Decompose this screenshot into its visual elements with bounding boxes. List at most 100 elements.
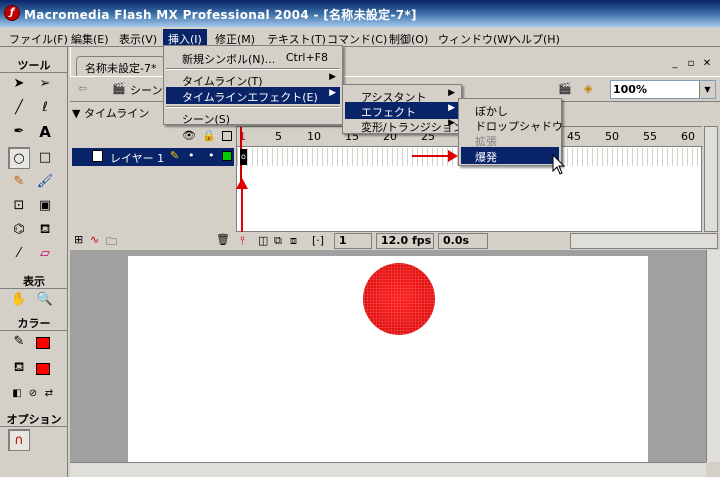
layer-name[interactable]: レイヤー 1 bbox=[110, 150, 164, 166]
zoom-select[interactable]: 100% ▼ bbox=[610, 80, 716, 99]
menu-control[interactable]: 制御(O) bbox=[384, 29, 433, 46]
timeline-hscroll[interactable] bbox=[570, 233, 718, 249]
edit-scene-icon[interactable]: 🎬 bbox=[558, 82, 572, 95]
center-frame-icon[interactable]: ⫯ bbox=[240, 234, 245, 248]
eye-icon[interactable]: 👁 bbox=[182, 129, 196, 142]
onion-outlines-icon[interactable]: ⧉ bbox=[274, 234, 282, 248]
menu-timeline-effects[interactable]: タイムラインエフェクト(E) ▶ bbox=[166, 87, 340, 104]
stroke-color-icon: ✎ bbox=[13, 334, 25, 349]
hand-tool-icon[interactable]: ✋ bbox=[8, 289, 30, 311]
menu-modify[interactable]: 修正(M) bbox=[210, 29, 260, 46]
trash-icon[interactable]: 🗑 bbox=[216, 233, 230, 246]
oval-tool-icon[interactable]: ○ bbox=[8, 147, 30, 169]
menu-bar: ファイル(F) 編集(E) 表示(V) 挿入(I) 修正(M) テキスト(T) … bbox=[0, 27, 720, 47]
layer-icon bbox=[92, 150, 103, 162]
menu-help[interactable]: ヘルプ(H) bbox=[505, 29, 565, 46]
menu-expand[interactable]: 拡張 bbox=[461, 131, 559, 148]
document-tab[interactable]: 名称未設定-7* bbox=[76, 56, 166, 76]
subselect-tool-icon[interactable]: ➢ bbox=[34, 73, 56, 95]
restore-icon[interactable]: ▫ bbox=[684, 57, 698, 71]
ruler-number: 10 bbox=[307, 130, 321, 143]
line-tool-icon[interactable]: ╱ bbox=[8, 97, 30, 119]
menu-explode[interactable]: 爆発 bbox=[461, 147, 559, 164]
chevron-down-icon[interactable]: ▼ bbox=[699, 81, 715, 98]
eyedropper-tool-icon[interactable]: ⁄ bbox=[8, 243, 30, 265]
stage-vscroll[interactable] bbox=[706, 250, 720, 462]
timeline-effects-submenu: アシスタント ▶ エフェクト ▶ 変形/トランジション ▶ bbox=[342, 84, 464, 134]
onion-skin-icon[interactable]: ◫ bbox=[258, 234, 268, 247]
collapse-arrow-icon[interactable]: ▼ bbox=[72, 107, 80, 120]
stage-hscroll[interactable] bbox=[70, 462, 706, 477]
frame-rate: 12.0 fps bbox=[376, 233, 434, 249]
annotation-arrow-horizontal bbox=[412, 155, 450, 157]
insert-menu: 新規シンボル(N)... Ctrl+F8 タイムライン(T) ▶ タイムラインエ… bbox=[163, 45, 343, 126]
ink-bottle-tool-icon[interactable]: ⌬ bbox=[8, 219, 30, 241]
minimize-icon[interactable]: _ bbox=[668, 57, 682, 71]
insert-layer-icon[interactable]: ⊞ bbox=[74, 233, 83, 246]
snap-magnet-icon[interactable]: ∩ bbox=[8, 429, 30, 451]
ruler-number: 60 bbox=[681, 130, 695, 143]
eraser-tool-icon[interactable]: ▱ bbox=[34, 243, 56, 265]
flash-logo-icon: ƒ bbox=[4, 5, 20, 21]
timeline-vscroll[interactable] bbox=[704, 126, 718, 232]
annotation-arrowhead bbox=[448, 150, 458, 162]
menu-separator bbox=[166, 106, 340, 108]
lock-icon[interactable]: 🔒 bbox=[202, 129, 216, 142]
fill-color-swatch[interactable] bbox=[36, 363, 50, 375]
layer-color-icon[interactable] bbox=[222, 151, 232, 161]
color-header: カラー bbox=[0, 313, 68, 331]
brush-tool-icon[interactable]: 🖌 bbox=[34, 171, 56, 193]
stroke-color-swatch[interactable] bbox=[36, 337, 50, 349]
text-tool-icon[interactable]: A bbox=[34, 121, 56, 143]
lock-dot-icon[interactable]: • bbox=[208, 149, 215, 162]
menu-transform-transition[interactable]: 変形/トランジション ▶ bbox=[345, 117, 464, 134]
submenu-arrow-icon: ▶ bbox=[329, 88, 336, 98]
scene-icon: 🎬 bbox=[112, 82, 126, 95]
annotation-arrow-vertical bbox=[241, 188, 243, 232]
red-circle-shape[interactable] bbox=[363, 263, 435, 335]
menu-text[interactable]: テキスト(T) bbox=[262, 29, 331, 46]
menu-view[interactable]: 表示(V) bbox=[114, 29, 162, 46]
submenu-arrow-icon: ▶ bbox=[329, 72, 336, 82]
menu-label: タイムラインエフェクト(E) bbox=[182, 91, 318, 104]
edit-multiple-frames-icon[interactable]: ⧈ bbox=[290, 234, 297, 248]
paint-bucket-tool-icon[interactable]: ⛾ bbox=[34, 219, 56, 241]
title-bar: ƒ Macromedia Flash MX Professional 2004 … bbox=[0, 0, 720, 27]
free-transform-tool-icon[interactable]: ⊡ bbox=[8, 195, 30, 217]
timeline-title: タイムライン bbox=[83, 107, 150, 120]
submenu-arrow-icon: ▶ bbox=[448, 103, 455, 113]
view-header: 表示 bbox=[0, 271, 68, 289]
menu-shortcut: Ctrl+F8 bbox=[285, 51, 328, 64]
fill-color-icon: ⛾ bbox=[13, 360, 25, 375]
menu-insert[interactable]: 挿入(I) bbox=[163, 29, 207, 46]
menu-file[interactable]: ファイル(F) bbox=[4, 29, 73, 46]
mouse-cursor-icon bbox=[552, 154, 566, 175]
keyframe-marker[interactable]: o bbox=[240, 149, 247, 165]
add-guide-layer-icon[interactable]: ∿ bbox=[90, 233, 99, 246]
close-icon[interactable]: ✕ bbox=[700, 57, 714, 71]
menu-scene[interactable]: シーン(S) bbox=[166, 109, 340, 126]
layer-row[interactable]: レイヤー 1 ✎ • • bbox=[72, 148, 234, 166]
menu-timeline[interactable]: タイムライン(T) ▶ bbox=[166, 71, 340, 88]
pen-tool-icon[interactable]: ✒ bbox=[8, 121, 30, 143]
annotation-arrowhead bbox=[236, 178, 248, 189]
modify-markers-icon[interactable]: [·] bbox=[312, 234, 324, 247]
rectangle-tool-icon[interactable]: □ bbox=[34, 147, 56, 169]
submenu-arrow-icon: ▶ bbox=[448, 88, 455, 98]
edit-symbol-icon[interactable]: ◈ bbox=[584, 82, 592, 95]
zoom-tool-icon[interactable]: 🔍 bbox=[34, 289, 56, 311]
window-title: Macromedia Flash MX Professional 2004 - … bbox=[24, 8, 417, 22]
arrow-tool-icon[interactable]: ➤ bbox=[8, 73, 30, 95]
visible-dot-icon[interactable]: • bbox=[188, 149, 195, 162]
lasso-tool-icon[interactable]: ℓ bbox=[34, 97, 56, 119]
timeline-header[interactable]: ▼ タイムライン bbox=[72, 105, 149, 123]
pencil-tool-icon[interactable]: ✎ bbox=[8, 171, 30, 193]
menu-edit[interactable]: 編集(E) bbox=[66, 29, 114, 46]
back-arrow-icon[interactable]: ⇦ bbox=[78, 82, 87, 95]
fill-transform-tool-icon[interactable]: ▣ bbox=[34, 195, 56, 217]
outline-icon[interactable] bbox=[222, 131, 232, 141]
menu-commands[interactable]: コマンド(C) bbox=[322, 29, 392, 46]
menu-label: シーン(S) bbox=[182, 113, 231, 126]
menu-new-symbol[interactable]: 新規シンボル(N)... Ctrl+F8 bbox=[166, 49, 340, 66]
swap-colors-icon[interactable]: ⇄ bbox=[38, 383, 60, 405]
